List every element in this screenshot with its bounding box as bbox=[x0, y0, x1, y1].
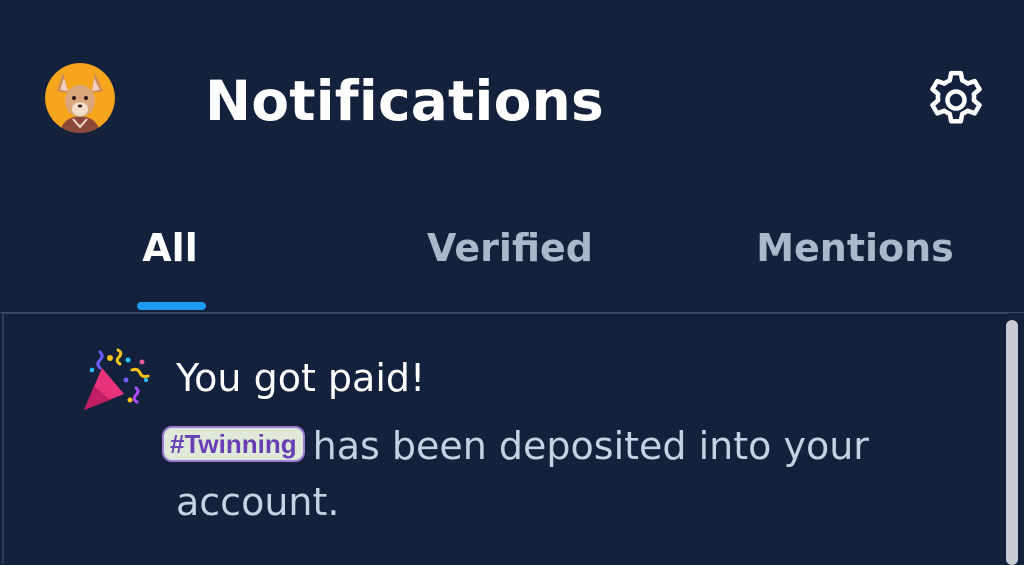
settings-button[interactable] bbox=[922, 66, 990, 134]
page-title: Notifications bbox=[205, 69, 604, 133]
notification-title: You got paid! bbox=[176, 356, 426, 400]
tab-mentions-label: Mentions bbox=[756, 226, 954, 270]
scrollbar[interactable] bbox=[1006, 320, 1018, 565]
active-tab-indicator bbox=[137, 302, 206, 310]
tab-verified-label: Verified bbox=[426, 226, 593, 270]
fox-avatar-icon bbox=[45, 63, 115, 133]
party-popper-icon bbox=[80, 348, 152, 414]
tab-verified[interactable]: Verified bbox=[400, 218, 620, 313]
avatar[interactable] bbox=[45, 63, 115, 133]
tab-all[interactable]: All bbox=[100, 218, 240, 313]
gear-icon bbox=[930, 70, 982, 124]
tab-mentions[interactable]: Mentions bbox=[740, 218, 970, 313]
hashtag-sticker: #Twinning bbox=[162, 426, 305, 462]
tab-all-label: All bbox=[142, 226, 198, 270]
notification-body: #Twinning has been deposited into your ac… bbox=[162, 418, 956, 530]
